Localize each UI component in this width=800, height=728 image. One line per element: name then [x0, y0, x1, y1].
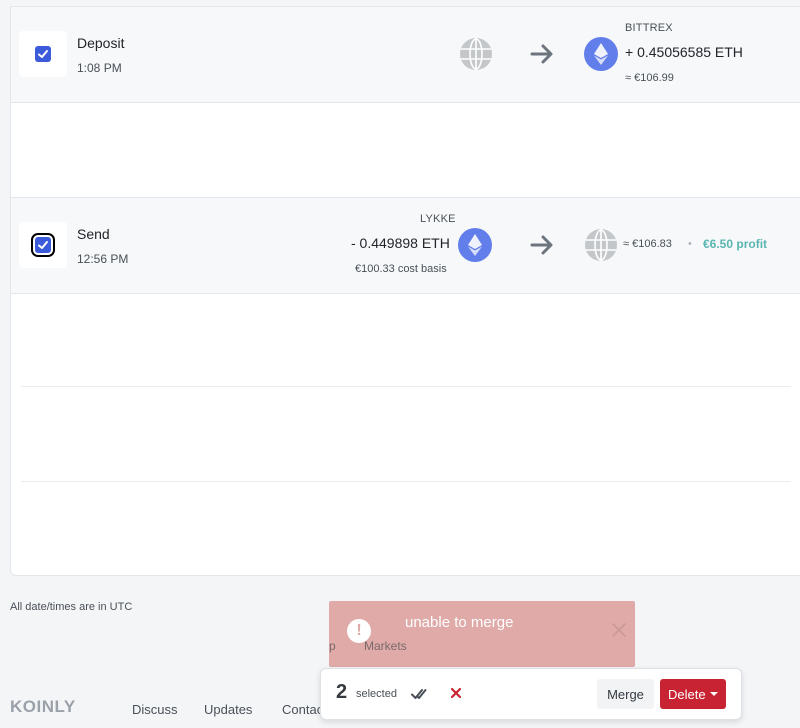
to-amount: + 0.45056585 ETH — [625, 44, 743, 60]
toast-message: unable to merge — [405, 614, 514, 631]
merge-button[interactable]: Merge — [597, 679, 654, 709]
footer-link-markets: Markets — [364, 639, 407, 653]
eth-icon — [584, 37, 618, 71]
globe-icon — [585, 229, 617, 261]
check-icon — [38, 50, 48, 58]
select-checkbox-wrapper[interactable] — [19, 222, 67, 268]
footer-link-discuss[interactable]: Discuss — [132, 702, 178, 717]
close-icon[interactable] — [611, 622, 627, 638]
separator-dot: • — [688, 238, 692, 250]
from-amount: - 0.449898 ETH — [351, 235, 450, 251]
globe-icon — [460, 38, 492, 70]
to-value: ≈ €106.99 — [625, 72, 674, 84]
to-value: ≈ €106.83 — [623, 238, 672, 250]
error-toast[interactable]: p Markets ! unable to merge — [329, 601, 635, 667]
transactions-panel: Deposit 1:08 PM BITTREX + 0.45056585 ETH… — [10, 6, 800, 576]
row-checkbox-checked[interactable] — [35, 46, 51, 62]
delete-dropdown-button[interactable]: Delete — [660, 679, 726, 709]
select-checkbox-wrapper[interactable] — [19, 31, 67, 77]
transaction-time: 12:56 PM — [77, 252, 129, 266]
transaction-row-send[interactable]: Send 12:56 PM LYKKE - 0.449898 ETH €100.… — [11, 197, 800, 294]
arrow-right-icon — [530, 44, 553, 64]
to-exchange-name: BITTREX — [625, 22, 673, 34]
transaction-type: Deposit — [77, 35, 125, 51]
double-check-icon[interactable] — [411, 686, 427, 702]
from-exchange-name: LYKKE — [420, 213, 456, 225]
koinly-logo[interactable]: KOINLY — [10, 697, 76, 717]
transaction-time: 1:08 PM — [77, 61, 122, 75]
eth-icon — [458, 228, 492, 262]
from-cost-basis: €100.33 cost basis — [355, 263, 447, 275]
check-icon — [38, 241, 48, 249]
caret-down-icon — [710, 692, 718, 696]
transaction-row-deposit[interactable]: Deposit 1:08 PM BITTREX + 0.45056585 ETH… — [11, 7, 800, 103]
clear-selection-icon[interactable] — [449, 686, 463, 700]
row-divider — [21, 481, 791, 482]
profit-amount: €6.50 profit — [703, 237, 768, 251]
footer-link-updates[interactable]: Updates — [204, 702, 252, 717]
row-checkbox-checked[interactable] — [31, 233, 55, 257]
footer-link-contact[interactable]: Contac — [282, 702, 323, 717]
selection-bar: 2 selected Merge Delete — [320, 668, 742, 720]
selected-label: selected — [356, 688, 397, 700]
selected-count: 2 — [336, 681, 348, 703]
arrow-right-icon — [530, 235, 553, 255]
timezone-note: All date/times are in UTC — [10, 601, 133, 613]
alert-icon: ! — [347, 619, 371, 643]
delete-label: Delete — [668, 686, 706, 702]
row-divider — [21, 386, 791, 387]
footer-link-partial: p — [329, 639, 336, 653]
transaction-type: Send — [77, 226, 110, 242]
